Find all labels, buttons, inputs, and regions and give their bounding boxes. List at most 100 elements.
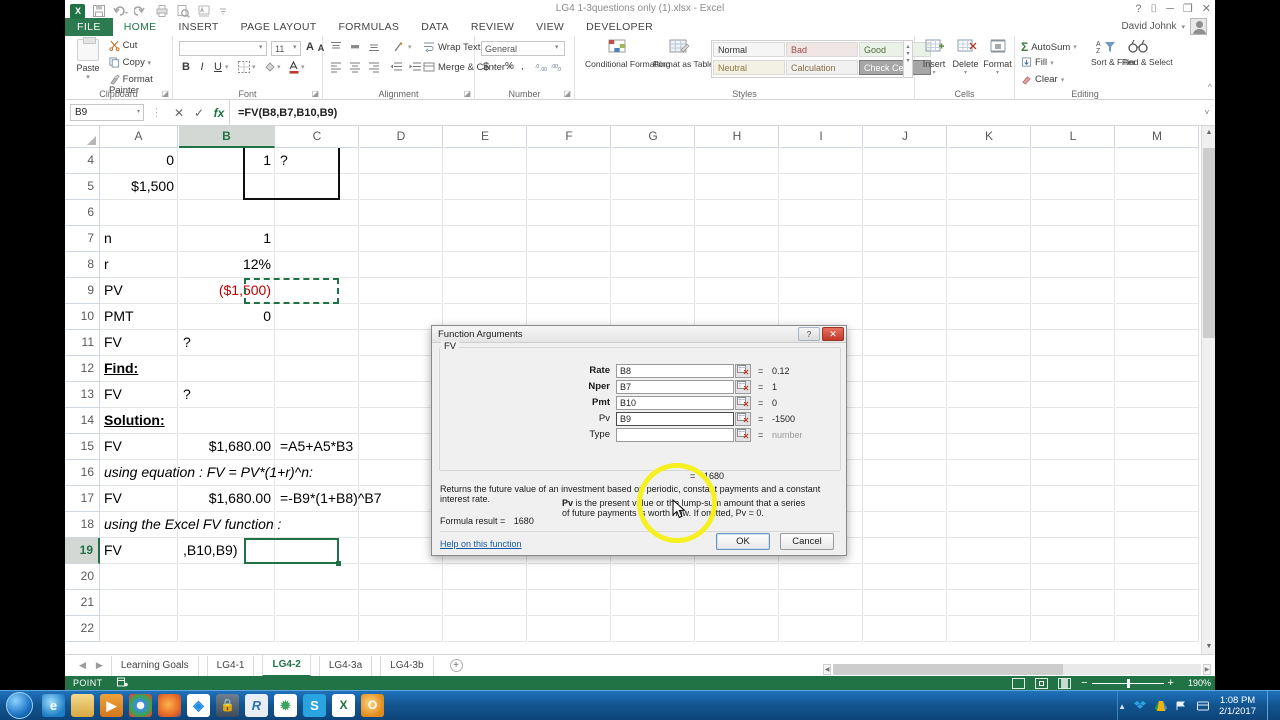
grid-cell-H22[interactable] [696, 616, 779, 642]
grid-cell-J16[interactable] [864, 460, 947, 486]
row-header-22[interactable]: 22 [65, 616, 100, 642]
dropbox-tray-icon[interactable] [1133, 699, 1147, 713]
grid-cell-H20[interactable] [696, 564, 779, 590]
grid-cell-L14[interactable] [1032, 408, 1115, 434]
sheet-tab-lg4-3a[interactable]: LG4-3a [318, 655, 373, 676]
cell-value-A19[interactable]: FV [100, 538, 178, 564]
grid-cell-D8[interactable] [360, 252, 443, 278]
page-layout-view-icon[interactable] [1035, 677, 1049, 689]
argument-input-pmt[interactable]: B10 [616, 396, 734, 410]
grid-cell-C20[interactable] [276, 564, 359, 590]
grid-cell-I20[interactable] [780, 564, 863, 590]
grid-cell-C21[interactable] [276, 590, 359, 616]
grid-cell-M11[interactable] [1116, 330, 1199, 356]
row-header-14[interactable]: 14 [65, 408, 100, 434]
grid-cell-C6[interactable] [276, 200, 359, 226]
grid-cell-G9[interactable] [612, 278, 695, 304]
font-dialog-launcher[interactable]: ◪ [311, 89, 319, 98]
grid-cell-M9[interactable] [1116, 278, 1199, 304]
grid-cell-J18[interactable] [864, 512, 947, 538]
grid-cell-B22[interactable] [179, 616, 275, 642]
show-desktop-button[interactable] [1267, 691, 1274, 720]
cell-value-B13[interactable]: ? [179, 382, 275, 408]
next-sheet-button[interactable]: ▶ [96, 660, 103, 671]
column-header-m[interactable]: M [1116, 126, 1199, 148]
hscroll-right-arrow[interactable]: ▶ [1203, 664, 1211, 675]
fill-color-button[interactable] [263, 60, 277, 79]
cell-style-calculation[interactable]: Calculation [786, 60, 858, 75]
hscroll-thumb[interactable] [833, 664, 1063, 675]
scroll-up-arrow[interactable]: ▲ [1202, 126, 1215, 140]
normal-view-icon[interactable] [1012, 677, 1026, 689]
grid-cell-B21[interactable] [179, 590, 275, 616]
grid-cell-M19[interactable] [1116, 538, 1199, 564]
cancel-formula-button[interactable]: ✕ [169, 106, 189, 120]
grid-cell-A6[interactable] [100, 200, 178, 226]
row-header-21[interactable]: 21 [65, 590, 100, 616]
grid-cell-C7[interactable] [276, 226, 359, 252]
cell-value-A7[interactable]: n [100, 226, 178, 252]
cell-value-A17[interactable]: FV [100, 486, 178, 512]
cell-value-A9[interactable]: PV [100, 278, 178, 304]
grid-cell-G5[interactable] [612, 174, 695, 200]
ribbon-display-options-button[interactable]: ⌷ [1151, 2, 1158, 16]
grid-cell-K16[interactable] [948, 460, 1031, 486]
grid-cell-C14[interactable] [276, 408, 359, 434]
vertical-scrollbar[interactable]: ▲ ▼ [1201, 126, 1215, 654]
row-header-4[interactable]: 4 [65, 148, 100, 174]
grid-cell-J17[interactable] [864, 486, 947, 512]
argument-input-nper[interactable]: B7 [616, 380, 734, 394]
cell-value-B10[interactable]: 0 [179, 304, 275, 330]
cell-style-normal[interactable]: Normal [713, 42, 785, 57]
cell-value-A11[interactable]: FV [100, 330, 178, 356]
grid-cell-C11[interactable] [276, 330, 359, 356]
grid-cell-D21[interactable] [360, 590, 443, 616]
tab-review[interactable]: REVIEW [460, 18, 525, 36]
zoom-out-button[interactable]: − [1081, 677, 1087, 689]
borders-button[interactable] [237, 60, 251, 79]
drive-tray-icon[interactable] [1154, 699, 1168, 713]
grid-cell-I9[interactable] [780, 278, 863, 304]
chevron-down-icon[interactable]: ▾ [1061, 76, 1065, 84]
page-break-view-icon[interactable] [1058, 677, 1072, 689]
cell-style-neutral[interactable]: Neutral [713, 60, 785, 75]
row-header-9[interactable]: 9 [65, 278, 100, 304]
grid-cell-L10[interactable] [1032, 304, 1115, 330]
tab-formulas[interactable]: FORMULAS [327, 18, 410, 36]
zoom-in-button[interactable]: + [1168, 677, 1174, 689]
vertical-scroll-thumb[interactable] [1203, 148, 1215, 338]
cell-value-B9[interactable]: ($1,500) [179, 278, 275, 304]
grid-cell-K15[interactable] [948, 434, 1031, 460]
cell-value-B15[interactable]: $1,680.00 [179, 434, 275, 460]
grid-cell-M13[interactable] [1116, 382, 1199, 408]
grid-cell-F20[interactable] [528, 564, 611, 590]
tab-view[interactable]: VIEW [525, 18, 575, 36]
grid-cell-H5[interactable] [696, 174, 779, 200]
grid-cell-I4[interactable] [780, 148, 863, 174]
align-right-icon[interactable] [367, 60, 381, 74]
column-header-b[interactable]: B [179, 126, 275, 148]
zoom-track[interactable] [1091, 678, 1164, 688]
grid-cell-C22[interactable] [276, 616, 359, 642]
chevron-down-icon[interactable]: ▾ [904, 50, 912, 57]
grid-cell-F6[interactable] [528, 200, 611, 226]
cell-value-B19[interactable]: ,B10,B9) [179, 538, 275, 564]
cell-value-B8[interactable]: 12% [179, 252, 275, 278]
grid-cell-G8[interactable] [612, 252, 695, 278]
grid-cell-L18[interactable] [1032, 512, 1115, 538]
underline-button[interactable]: U [211, 60, 225, 75]
hscroll-left-arrow[interactable]: ◀ [823, 664, 831, 675]
autosum-button[interactable]: Σ AutoSum ▾ [1021, 40, 1077, 54]
dialog-help-button[interactable]: ? [798, 327, 820, 341]
column-header-k[interactable]: K [948, 126, 1031, 148]
grid-cell-F22[interactable] [528, 616, 611, 642]
grid-cell-F7[interactable] [528, 226, 611, 252]
grid-cell-L8[interactable] [1032, 252, 1115, 278]
horizontal-scrollbar[interactable]: ◀ ▶ [815, 663, 1215, 676]
percent-format-button[interactable]: % [505, 61, 514, 72]
column-header-e[interactable]: E [444, 126, 527, 148]
cell-value-C4[interactable]: ? [276, 148, 359, 174]
grid-cell-I5[interactable] [780, 174, 863, 200]
sheet-tab-learning-goals[interactable]: Learning Goals [110, 655, 199, 676]
row-header-5[interactable]: 5 [65, 174, 100, 200]
